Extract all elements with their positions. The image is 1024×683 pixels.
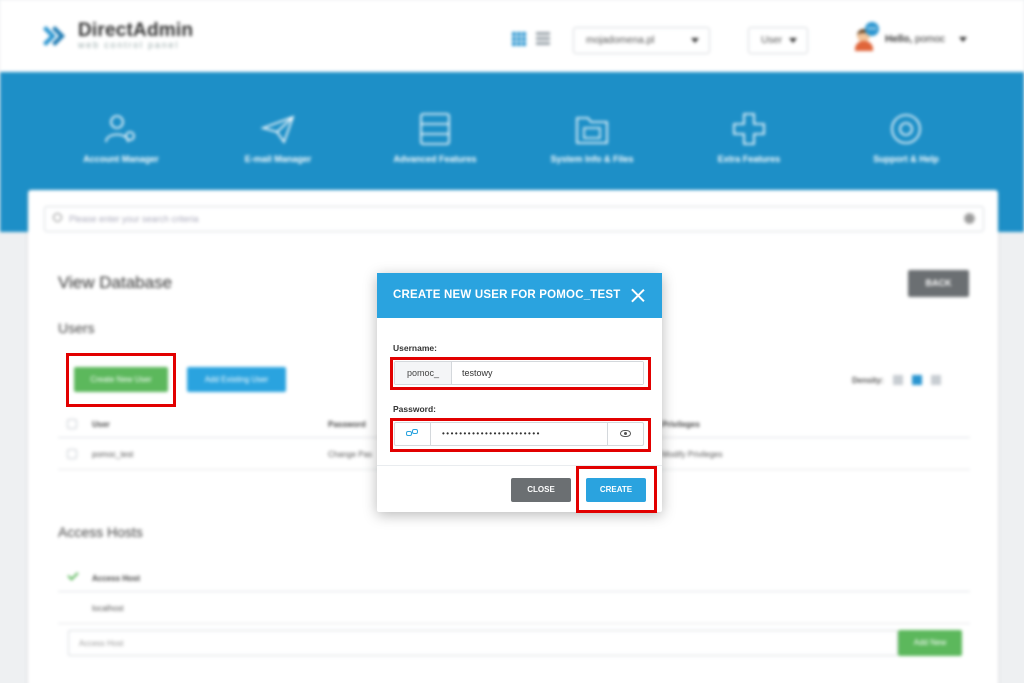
nav-label: Support & Help bbox=[873, 154, 939, 164]
search-icon bbox=[53, 213, 62, 222]
nav-label: Advanced Features bbox=[393, 154, 477, 164]
column-header[interactable]: Password bbox=[328, 420, 366, 429]
chevron-down-icon bbox=[959, 36, 968, 42]
modal-header: CREATE NEW USER FOR POMOC_TEST bbox=[377, 273, 662, 318]
column-header: Access Host bbox=[92, 574, 141, 583]
density-spacious-icon[interactable] bbox=[930, 375, 941, 385]
page-title: View Database bbox=[58, 273, 173, 292]
username-label: Username: bbox=[393, 343, 437, 353]
user-cell: pomoc_test bbox=[92, 450, 134, 459]
highlight-create-user bbox=[66, 353, 176, 407]
check-icon bbox=[67, 569, 79, 581]
gear-icon[interactable] bbox=[964, 213, 975, 224]
density-normal-icon[interactable] bbox=[911, 375, 922, 385]
modify-privileges-link[interactable]: Modify Privileges bbox=[662, 450, 722, 459]
nav-account-manager[interactable]: Account Manager bbox=[61, 112, 181, 164]
density-compact-icon[interactable] bbox=[892, 375, 903, 385]
access-hosts-section-title: Access Hosts bbox=[58, 524, 143, 540]
access-host-placeholder: Access Host bbox=[79, 639, 124, 648]
table-row: localhost bbox=[58, 594, 970, 624]
hosts-table-header: Access Host bbox=[58, 564, 970, 592]
modal-title: CREATE NEW USER FOR POMOC_TEST bbox=[393, 289, 621, 301]
column-header[interactable]: Privileges bbox=[662, 420, 700, 429]
nav-label: System Info & Files bbox=[550, 154, 634, 164]
change-password-link[interactable]: Change Pas bbox=[328, 450, 372, 459]
user-menu[interactable]: new Hello, pomoc bbox=[853, 22, 968, 51]
add-existing-user-button[interactable]: Add Existing User bbox=[187, 367, 286, 392]
greeting-text: Hello, bbox=[885, 33, 913, 45]
avatar: new bbox=[853, 22, 879, 51]
host-cell: localhost bbox=[92, 604, 124, 613]
view-switcher bbox=[512, 32, 550, 46]
list-view-icon[interactable] bbox=[536, 32, 550, 46]
access-host-input[interactable]: Access Host bbox=[68, 630, 898, 656]
row-checkbox[interactable] bbox=[67, 449, 77, 459]
nav-label: E-mail Manager bbox=[244, 154, 312, 164]
chevron-down-icon bbox=[789, 38, 797, 43]
lifebuoy-icon bbox=[891, 114, 921, 144]
nav-email-manager[interactable]: E-mail Manager bbox=[218, 112, 338, 164]
grid-view-icon[interactable] bbox=[512, 32, 526, 46]
folder-icon bbox=[576, 117, 608, 144]
highlight-password bbox=[390, 418, 651, 452]
chevron-down-icon bbox=[691, 38, 699, 43]
density-label: Density: bbox=[852, 375, 884, 385]
directadmin-logo-icon bbox=[43, 26, 65, 46]
add-new-host-button[interactable]: Add New bbox=[898, 630, 962, 656]
nav-extra-features[interactable]: Extra Features bbox=[689, 112, 809, 164]
role-select[interactable]: User bbox=[748, 27, 808, 54]
search-placeholder: Please enter your search criteria bbox=[69, 214, 199, 224]
domain-select-value: mojadomena.pl bbox=[586, 35, 655, 46]
nav-advanced-features[interactable]: Advanced Features bbox=[375, 112, 495, 164]
column-header[interactable]: User bbox=[92, 420, 110, 429]
brand-tagline: web control panel bbox=[78, 40, 180, 50]
close-button[interactable]: CLOSE bbox=[511, 478, 571, 502]
logo[interactable]: DirectAdmin web control panel bbox=[42, 20, 194, 50]
username-text: pomoc bbox=[915, 33, 946, 45]
close-icon[interactable] bbox=[631, 288, 645, 302]
server-stack-icon bbox=[420, 113, 450, 145]
password-label: Password: bbox=[393, 404, 436, 414]
back-button[interactable]: BACK bbox=[908, 270, 969, 297]
paper-plane-icon bbox=[260, 115, 295, 144]
role-select-value: User bbox=[761, 35, 783, 46]
top-header: DirectAdmin web control panel mojadomena… bbox=[0, 0, 1024, 72]
highlight-create-button bbox=[576, 466, 657, 513]
users-section-title: Users bbox=[58, 320, 95, 336]
select-all-checkbox[interactable] bbox=[67, 419, 77, 429]
nav-support-help[interactable]: Support & Help bbox=[846, 112, 966, 164]
notification-badge: new bbox=[865, 22, 879, 36]
plus-icon bbox=[733, 113, 765, 145]
nav-label: Account Manager bbox=[83, 154, 159, 164]
users-gear-icon bbox=[105, 115, 135, 143]
highlight-username bbox=[390, 357, 651, 390]
domain-select[interactable]: mojadomena.pl bbox=[573, 27, 710, 54]
nav-label: Extra Features bbox=[717, 154, 781, 164]
search-field[interactable]: Please enter your search criteria bbox=[44, 206, 984, 232]
density-switcher: Density: bbox=[852, 375, 941, 385]
nav-system-info[interactable]: System Info & Files bbox=[532, 112, 652, 164]
brand-name: DirectAdmin bbox=[78, 20, 194, 41]
